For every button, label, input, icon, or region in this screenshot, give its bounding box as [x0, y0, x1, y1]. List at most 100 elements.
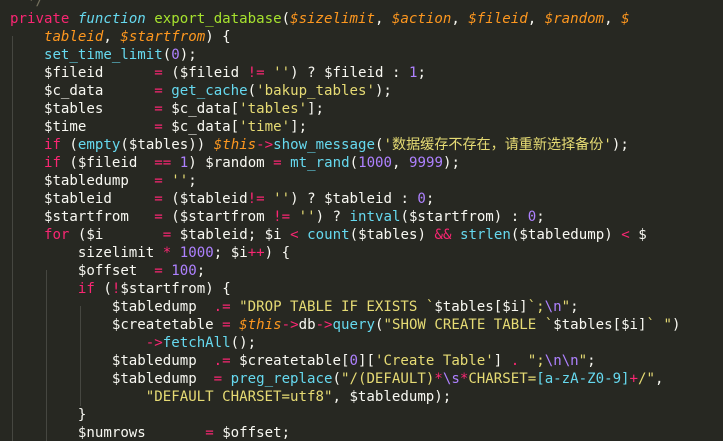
code-token: ( [247, 83, 257, 99]
code-token: "SHOW CREATE TABLE ` [383, 317, 554, 333]
code-line[interactable]: */ [10, 0, 44, 10]
code-line[interactable]: $tabledump .= $createtable[0]['Create Ta… [10, 352, 596, 370]
code-token: $tabledump [111, 371, 214, 387]
code-token: = [154, 65, 163, 81]
code-line[interactable]: $tabledump .= "DROP TABLE IF EXISTS `$ta… [10, 298, 579, 316]
code-token: $tableid [179, 191, 248, 207]
code-token: $random [544, 11, 605, 27]
code-token: ( [162, 65, 180, 81]
code-line[interactable]: if (!$startfrom) { [10, 280, 231, 298]
code-token: $tabledump [43, 173, 155, 189]
code-token: $i [264, 227, 282, 243]
code-token: $numrows [77, 425, 146, 441]
code-line[interactable]: $time = $c_data['time']; [10, 118, 307, 136]
code-token: 100 [171, 263, 197, 279]
code-token: $startfrom [120, 281, 206, 297]
code-token: $c_data [43, 83, 155, 99]
code-line[interactable]: } [10, 406, 87, 424]
code-token: $c_data [171, 101, 231, 117]
code-token: 'tables' [239, 101, 308, 117]
code-token: $tabledump [111, 353, 214, 369]
code-editor[interactable]: */private function export_database($size… [0, 0, 723, 441]
code-token: $tableid [324, 191, 392, 207]
code-token: $tabledump [111, 299, 214, 315]
code-line[interactable]: private function export_database($sizeli… [10, 10, 630, 28]
code-line[interactable]: sizelimit * 1000; $i++) { [10, 244, 290, 262]
code-token: + [629, 371, 639, 387]
code-line[interactable]: $tabledump = preg_replace("/(DEFAULT)*\s… [10, 370, 664, 388]
code-token: $tables [358, 227, 418, 243]
code-token: empty [77, 137, 121, 153]
code-token: ( [349, 155, 359, 171]
code-token: ( [60, 137, 78, 153]
code-line[interactable]: $numrows = $offset; [10, 424, 290, 441]
code-line[interactable]: ->fetchAll(); [10, 334, 256, 352]
code-line[interactable]: set_time_limit(0); [10, 46, 197, 64]
code-token: tableid [43, 29, 104, 45]
code-token: ]; [290, 119, 308, 135]
code-token: /" [638, 371, 656, 387]
code-token: $fileid [324, 65, 384, 81]
code-token: = [154, 263, 163, 279]
code-token: "/(DEFAULT) [340, 371, 435, 387]
code-token: db [298, 317, 316, 333]
code-token: ; [213, 245, 231, 261]
code-token: = [273, 155, 282, 171]
code-token: $tabledump [349, 389, 435, 405]
code-token: $createtable [239, 353, 341, 369]
code-token: ] [493, 353, 511, 369]
code-line[interactable]: $startfrom = ($startfrom != '') ? intval… [10, 208, 545, 226]
code-token: , [527, 11, 545, 27]
code-token: != [247, 65, 265, 81]
code-token: $fileid [43, 65, 155, 81]
code-token: CHARSET= [468, 371, 537, 387]
code-token: 0 [527, 209, 537, 225]
code-token: = [154, 173, 163, 189]
code-token: '' [171, 173, 189, 189]
code-token: ( [349, 227, 359, 243]
code-token: = [154, 101, 163, 117]
code-line[interactable]: "DEFAULT CHARSET=utf8", $tabledump); [10, 388, 452, 406]
code-token: $tableid [43, 191, 155, 207]
code-token: "DROP TABLE IF EXISTS ` [239, 299, 435, 315]
code-token: * [162, 245, 172, 261]
code-token: && [434, 227, 452, 243]
code-line[interactable]: if ($fileid == 1) $random = mt_rand(1000… [10, 154, 460, 172]
code-token: = [222, 317, 231, 333]
code-line[interactable]: if (empty($tables)) $this->show_message(… [10, 136, 629, 154]
code-token: preg_replace [230, 371, 333, 387]
code-token: ) ? [315, 209, 350, 225]
code-token: intval [349, 209, 401, 225]
code-line[interactable]: for ($i = $tableid; $i < count($tables) … [10, 226, 647, 244]
code-token: : [383, 65, 409, 81]
code-token: $tables[$i] [553, 317, 647, 333]
code-line[interactable]: $tables = $c_data['tables']; [10, 100, 324, 118]
code-token: ) { [205, 29, 231, 45]
code-token: fetchAll [162, 335, 231, 351]
code-token: set_time_limit [43, 47, 163, 63]
code-line[interactable]: $offset = 100; [10, 262, 205, 280]
code-token: ); [611, 137, 629, 153]
code-line[interactable]: tableid, $startfrom) { [10, 28, 231, 46]
code-line[interactable]: $tabledump = ''; [10, 172, 197, 190]
code-token: $c_data [171, 119, 231, 135]
code-line[interactable]: $createtable = $this->db->query("SHOW CR… [10, 316, 681, 334]
code-line[interactable]: $fileid = ($fileid != '') ? $fileid : 1; [10, 64, 426, 82]
code-line[interactable]: $c_data = get_cache('bakup_tables'); [10, 82, 392, 100]
code-token: ); [434, 389, 452, 405]
code-line[interactable]: $tableid = ($tableid!= '') ? $tableid : … [10, 190, 434, 208]
code-token: */ [10, 0, 44, 9]
